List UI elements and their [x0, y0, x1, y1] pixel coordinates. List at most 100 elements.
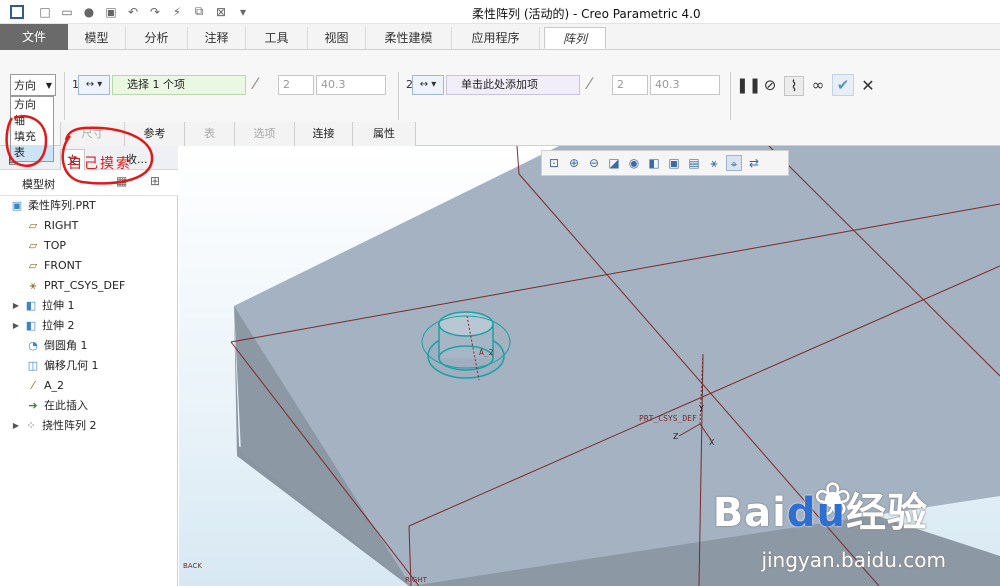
- tab-file[interactable]: 文件: [0, 24, 68, 50]
- model-tree-label: 模型树: [22, 178, 55, 191]
- subtab-references[interactable]: 参考: [124, 122, 184, 146]
- divider: [398, 72, 399, 120]
- tree-item[interactable]: ▱ FRONT: [26, 256, 82, 276]
- extrude-icon: ◧: [25, 299, 37, 312]
- csys-x-label: X: [709, 438, 715, 447]
- tree-item[interactable]: ▱ RIGHT: [26, 216, 79, 236]
- datum-plane-icon: ▱: [28, 239, 38, 252]
- tree-item[interactable]: ▶ ⁘ 挠性阵列 2: [12, 416, 97, 436]
- csys-icon: ⚹: [29, 279, 37, 292]
- undo-icon[interactable]: ↶: [126, 5, 140, 19]
- tab-model[interactable]: 模型: [68, 27, 126, 49]
- tree-item[interactable]: ▣ 柔性阵列.PRT: [10, 196, 96, 216]
- tab-annotate[interactable]: 注释: [188, 27, 246, 49]
- no-preview-icon[interactable]: ⊘: [760, 76, 780, 94]
- pattern-type-menu: 方向 轴 填充 表: [10, 96, 54, 162]
- subtab-table[interactable]: 表: [184, 122, 234, 146]
- divider: [730, 72, 731, 120]
- direction-2-count-input[interactable]: 2: [612, 75, 648, 95]
- perspective-icon[interactable]: ▤: [686, 155, 702, 171]
- direction-1-flip-button[interactable]: ↔ ▾: [78, 75, 110, 95]
- subtab-options[interactable]: 选项: [234, 122, 294, 146]
- tab-view[interactable]: 视图: [308, 27, 366, 49]
- direction-2-flip-button[interactable]: ↔ ▾: [412, 75, 444, 95]
- menu-item-axis[interactable]: 轴: [11, 113, 53, 129]
- tree-item[interactable]: ⚹ PRT_CSYS_DEF: [26, 276, 126, 296]
- window-title: 柔性阵列 (活动的) - Creo Parametric 4.0: [472, 7, 701, 21]
- close-icon[interactable]: ●: [82, 5, 96, 19]
- tree-item[interactable]: ⁄ A_2: [26, 376, 64, 396]
- axis-label: A_2: [479, 348, 494, 357]
- app-icon[interactable]: [10, 4, 24, 19]
- tab-tools[interactable]: 工具: [246, 27, 308, 49]
- direction-2-selection-field[interactable]: 单击此处添加项: [446, 75, 580, 95]
- direction-2-spacing-input[interactable]: 40.3: [650, 75, 720, 95]
- tree-item[interactable]: ▶ ◧ 拉伸 2: [12, 316, 75, 336]
- round-icon: ◔: [28, 339, 38, 352]
- tab-analysis[interactable]: 分析: [126, 27, 188, 49]
- new-icon[interactable]: □: [38, 5, 52, 19]
- preview-icon[interactable]: ⌇: [784, 76, 804, 96]
- expand-icon[interactable]: ▶: [12, 322, 20, 330]
- tab-flexible-modeling[interactable]: 柔性建模: [366, 27, 452, 49]
- redo-icon[interactable]: ↷: [148, 5, 162, 19]
- datum-plane-icon: ▱: [28, 219, 38, 232]
- tree-item[interactable]: ◫ 偏移几何 1: [26, 356, 99, 376]
- tab-pattern[interactable]: 阵列: [544, 27, 606, 49]
- direction-1-selection-field[interactable]: 选择 1 个项: [112, 75, 246, 95]
- quick-access-toolbar: □ ▭ ● ▣ ↶ ↷ ⚡ ⧉ ⊠ ▾: [38, 4, 250, 19]
- spacing-icon: ⁄: [588, 74, 591, 93]
- direction-1-spacing-input[interactable]: 40.3: [316, 75, 386, 95]
- expand-icon[interactable]: ▶: [12, 302, 20, 310]
- pattern-icon: ⁘: [26, 419, 36, 432]
- pause-icon[interactable]: ❚❚: [736, 76, 761, 94]
- expand-icon[interactable]: ▶: [12, 422, 20, 430]
- open-icon[interactable]: ▭: [60, 5, 74, 19]
- menu-item-direction[interactable]: 方向: [11, 97, 53, 113]
- subtab-properties[interactable]: 属性: [352, 122, 416, 146]
- show-icon[interactable]: ⊞: [150, 174, 160, 188]
- customize-icon[interactable]: ▾: [236, 5, 250, 19]
- double-arrow-icon: ↔ ▾: [419, 79, 437, 90]
- close-window-icon[interactable]: ⊠: [214, 5, 228, 19]
- display-style-icon[interactable]: ◉: [626, 155, 642, 171]
- glasses-icon[interactable]: ∞: [808, 76, 828, 94]
- view-manager-icon[interactable]: ▣: [666, 155, 682, 171]
- back-plane-label: BACK: [183, 562, 202, 570]
- menu-item-fill[interactable]: 填充: [11, 129, 53, 145]
- windows-icon[interactable]: ⧉: [192, 4, 206, 19]
- ok-icon[interactable]: ✔: [832, 74, 854, 96]
- save-icon[interactable]: ▣: [104, 5, 118, 19]
- pattern-type-value: 方向: [14, 79, 36, 92]
- subtab-dimensions[interactable]: 尺寸: [60, 122, 124, 146]
- tree-item[interactable]: ▱ TOP: [26, 236, 66, 256]
- tree-item[interactable]: ▶ ◧ 拉伸 1: [12, 296, 75, 316]
- model-tree-panel: ▤ 文 收... 模型树 ▦ ⊞ ▣ 柔性阵列.PRT ▱ RIGHT ▱ TO…: [0, 146, 178, 586]
- direction-1-count-input[interactable]: 2: [278, 75, 314, 95]
- subtab-connections[interactable]: 连接: [294, 122, 352, 146]
- datum-display-icon[interactable]: ⚹: [706, 155, 722, 171]
- refit-icon[interactable]: ⊡: [546, 155, 562, 171]
- pattern-type-dropdown[interactable]: 方向 ▼: [10, 74, 56, 96]
- regenerate-icon[interactable]: ⚡: [170, 5, 184, 19]
- saved-orientations-icon[interactable]: ◧: [646, 155, 662, 171]
- zoom-in-icon[interactable]: ⊕: [566, 155, 582, 171]
- csys-label: PRT_CSYS_DEF: [639, 414, 697, 423]
- title-bar: □ ▭ ● ▣ ↶ ↷ ⚡ ⧉ ⊠ ▾ 柔性阵列 (活动的) - Creo Pa…: [0, 0, 1000, 24]
- watermark-url: jingyan.baidu.com: [761, 548, 946, 572]
- annotation-display-icon[interactable]: ⇄: [746, 155, 762, 171]
- insert-here-icon: ➔: [28, 399, 38, 412]
- repaint-icon[interactable]: ◪: [606, 155, 622, 171]
- divider: [64, 72, 65, 120]
- datum-plane-icon: ▱: [28, 259, 38, 272]
- tree-item[interactable]: ◔ 倒圆角 1: [26, 336, 87, 356]
- graphics-viewport[interactable]: ⊡ ⊕ ⊖ ◪ ◉ ◧ ▣ ▤ ⚹ ⌖ ⇄ A_2 PRT_CSYS_DEF Y…: [179, 146, 1000, 586]
- tree-item[interactable]: ➔ 在此插入: [26, 396, 88, 416]
- tab-applications[interactable]: 应用程序: [452, 27, 540, 49]
- spin-center-icon[interactable]: ⌖: [726, 155, 742, 171]
- menu-item-table[interactable]: 表: [11, 145, 53, 161]
- cancel-icon[interactable]: ✕: [858, 76, 878, 95]
- settings-icon[interactable]: ▦: [116, 174, 127, 188]
- spacing-icon: ⁄: [254, 74, 257, 93]
- zoom-out-icon[interactable]: ⊖: [586, 155, 602, 171]
